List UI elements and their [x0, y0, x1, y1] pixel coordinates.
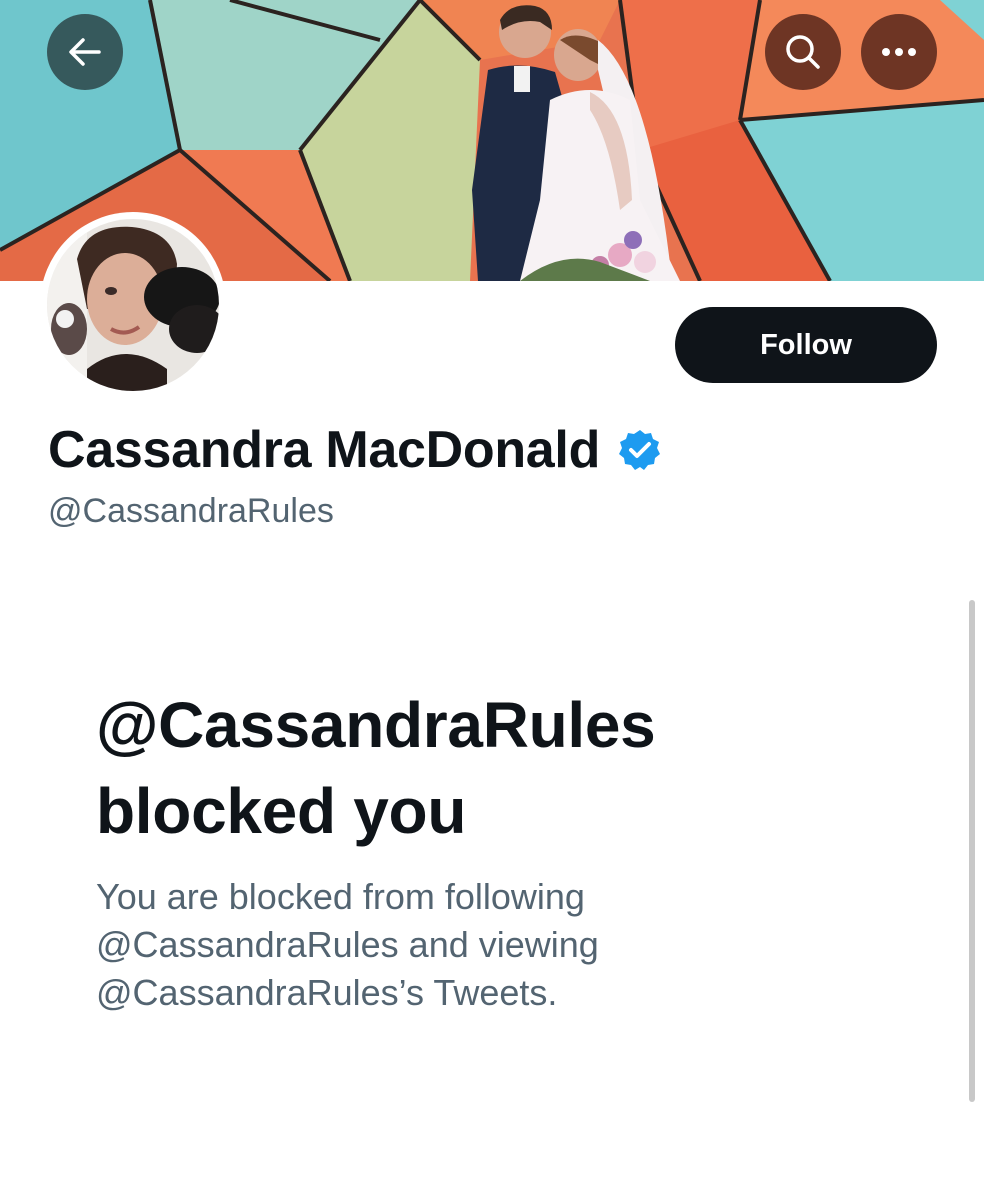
handle: @CassandraRules [48, 492, 334, 530]
more-horizontal-icon [882, 48, 916, 56]
blocked-title: @CassandraRules blocked you [96, 682, 896, 854]
profile-name-row: Cassandra MacDonald [48, 420, 662, 480]
more-options-button[interactable] [861, 14, 937, 90]
avatar[interactable] [40, 212, 226, 398]
blocked-description: You are blocked from following @Cassandr… [96, 873, 856, 1017]
verified-badge-icon [618, 428, 662, 472]
blocked-description-line: You are blocked from following [96, 876, 585, 917]
back-button[interactable] [47, 14, 123, 90]
follow-button[interactable]: Follow [675, 307, 937, 383]
search-button[interactable] [765, 14, 841, 90]
display-name: Cassandra MacDonald [48, 421, 601, 479]
blocked-description-line: @CassandraRules and viewing [96, 924, 599, 965]
arrow-left-icon [69, 38, 101, 66]
search-icon [786, 35, 820, 69]
avatar-image [47, 219, 219, 391]
scrollbar[interactable] [969, 600, 975, 1102]
blocked-description-line: @CassandraRules’s Tweets. [96, 972, 558, 1013]
blocked-title-line: blocked you [96, 775, 467, 847]
blocked-title-line: @CassandraRules [96, 689, 656, 761]
